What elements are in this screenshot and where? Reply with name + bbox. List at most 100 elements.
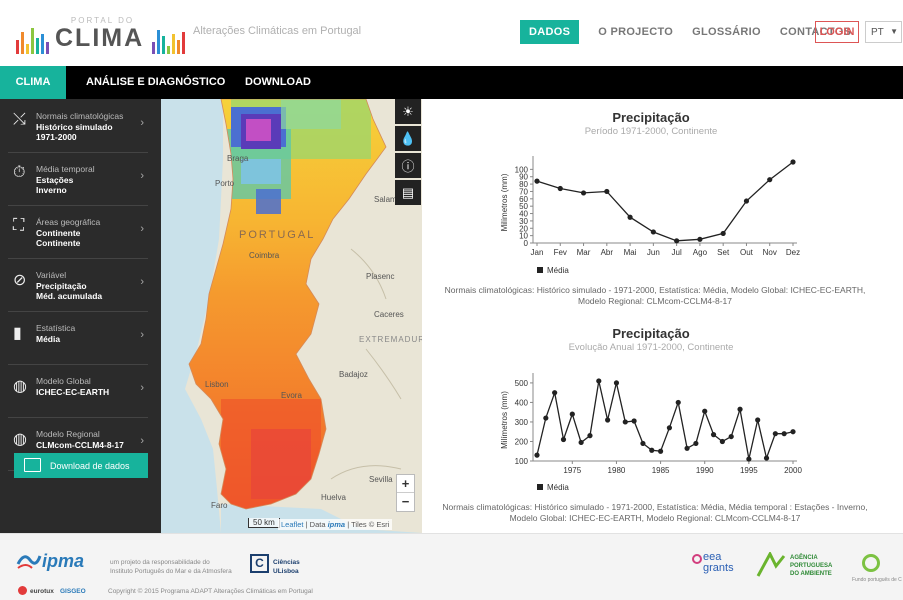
map-label-salam: Salam	[374, 195, 397, 204]
download-data-button[interactable]: Download de dados	[14, 453, 148, 478]
nav-glossario[interactable]: GLOSSÁRIO	[692, 26, 761, 38]
data-point[interactable]	[746, 456, 752, 462]
data-point[interactable]	[569, 411, 575, 417]
data-point[interactable]	[790, 159, 796, 165]
tab-download[interactable]: DOWNLOAD	[245, 66, 311, 99]
y-tick-label: 500	[515, 379, 529, 388]
sidebar-item-label: Média temporal	[36, 164, 95, 174]
data-point[interactable]	[543, 415, 549, 421]
data-point[interactable]	[743, 198, 750, 204]
map-label-faro: Faro	[211, 501, 228, 510]
page: PORTAL DO CLIMA Alterações Climáticas em…	[0, 0, 903, 600]
logo-bar	[41, 34, 44, 54]
globe-icon: ◍	[13, 431, 27, 448]
data-point[interactable]	[596, 378, 602, 384]
project-text: um projeto da responsabilidade do Instit…	[110, 558, 232, 576]
data-point[interactable]	[790, 429, 796, 435]
sidebar-item-3[interactable]: ⛶ Áreas geográfica Continente Continente ›	[8, 207, 148, 259]
x-tick-label: Dez	[786, 248, 800, 257]
data-point[interactable]	[587, 433, 593, 439]
nav-o-projecto[interactable]: O PROJECTO	[598, 26, 673, 38]
data-point[interactable]	[580, 190, 587, 196]
x-tick-label: Mai	[624, 248, 637, 257]
leaflet-link[interactable]: Leaflet	[281, 520, 304, 529]
data-point[interactable]	[693, 440, 699, 447]
tab-analise-diagnostico[interactable]: ANÁLISE E DIAGNÓSTICO	[86, 66, 225, 99]
globe-icon: ◍	[13, 378, 27, 395]
apa-logo-icon	[756, 552, 786, 577]
map-toolbar: ☀ 💧 ⓘ ▤	[395, 99, 422, 207]
x-tick-label: Abr	[601, 248, 614, 257]
language-select[interactable]: PT ▼	[865, 21, 902, 43]
ipma-logo[interactable]: ipma	[42, 551, 84, 572]
data-point[interactable]	[605, 417, 611, 423]
data-point[interactable]	[560, 436, 567, 443]
data-point[interactable]	[604, 188, 610, 195]
data-point[interactable]	[737, 406, 743, 412]
ciencias-logo[interactable]: Ciências ULisboa	[273, 558, 300, 576]
data-point[interactable]	[728, 433, 734, 440]
map-label-porto: Porto	[215, 179, 235, 188]
y-axis-label: Milímetros (mm)	[500, 173, 509, 231]
footer: ipma um projeto da responsabilidade do I…	[0, 533, 903, 600]
data-point[interactable]	[622, 419, 628, 425]
data-point[interactable]	[631, 418, 637, 424]
data-point[interactable]	[702, 408, 708, 414]
apa-logo[interactable]: AGÊNCIA PORTUGUESA DO AMBIENTE	[790, 554, 832, 578]
data-point[interactable]	[552, 390, 558, 396]
data-point[interactable]	[578, 439, 584, 446]
data-point[interactable]	[534, 452, 540, 458]
login-button[interactable]: LOGIN	[815, 21, 859, 43]
sidebar-item-6[interactable]: ◍ Modelo Global ICHEC-EC-EARTH ›	[8, 366, 148, 418]
x-tick-label: 2000	[784, 466, 802, 475]
x-tick-label: Jun	[647, 248, 660, 257]
sidebar-item-5[interactable]: ▮ Estatística Média ›	[8, 313, 148, 365]
zoom-in-button[interactable]: +	[397, 475, 414, 493]
sidebar-item-4[interactable]: ⊘ Variável Precipitação Méd. acumulada ›	[8, 260, 148, 312]
legend-icon[interactable]: ▤	[395, 180, 421, 205]
data-point[interactable]	[557, 185, 563, 192]
data-point[interactable]	[755, 417, 761, 423]
download-data-label: Download de dados	[50, 460, 130, 471]
sidebar-item-value-2: 1971-2000	[36, 132, 77, 142]
data-point[interactable]	[772, 431, 778, 437]
data-point[interactable]	[720, 230, 726, 237]
sidebar-item-2[interactable]: ⏱ Média temporal Estações Inverno ›	[8, 154, 148, 206]
data-point[interactable]	[763, 455, 770, 461]
info-icon[interactable]: ⓘ	[395, 153, 421, 178]
data-point[interactable]	[675, 399, 681, 406]
nav-dados[interactable]: DADOS	[520, 19, 580, 44]
data-point[interactable]	[674, 238, 680, 244]
map[interactable]: Braga Porto PORTUGAL Coimbra Salam Plase…	[161, 99, 422, 533]
data-point[interactable]	[657, 448, 664, 454]
apa-2: PORTUGUESA	[790, 563, 833, 569]
zoom-out-button[interactable]: −	[397, 493, 414, 511]
data-point[interactable]	[627, 214, 633, 220]
data-point[interactable]	[650, 229, 656, 235]
data-point[interactable]	[697, 236, 703, 242]
chart1-note: Normais climatológicas: Histórico simula…	[430, 285, 880, 307]
eurotux-icon	[18, 586, 27, 595]
data-point[interactable]	[640, 440, 646, 447]
data-point[interactable]	[781, 431, 787, 437]
tab-clima[interactable]: CLIMA	[0, 66, 66, 99]
attribution-data: | Data	[305, 520, 326, 529]
data-point[interactable]	[767, 177, 773, 183]
sidebar-item-1[interactable]: ⤯ Normais climatológicas Histórico simulad…	[8, 101, 148, 153]
data-point[interactable]	[719, 438, 725, 445]
eea-grants-logo[interactable]: eea grants	[703, 552, 734, 574]
data-point[interactable]	[534, 178, 540, 184]
logo-text: PORTAL DO CLIMA	[55, 14, 150, 54]
sidebar-item-text: Áreas geográfica Continente Continente	[36, 217, 100, 249]
y-tick-label: 100	[515, 165, 529, 174]
data-point[interactable]	[666, 425, 673, 431]
data-point[interactable]	[649, 447, 655, 453]
data-point[interactable]	[684, 445, 690, 451]
portal-do-clima-logo[interactable]: PORTAL DO CLIMA	[16, 14, 191, 54]
data-point[interactable]	[613, 380, 620, 386]
sun-icon[interactable]: ☀	[395, 99, 421, 124]
chart2-svg: 100 200 300 400 500 1975 1980 1985 1990 1995 2000 M…	[500, 373, 802, 492]
data-point[interactable]	[710, 432, 717, 438]
drops-icon[interactable]: 💧	[395, 126, 421, 151]
gisgeo-logo: GISGEO	[60, 588, 86, 595]
